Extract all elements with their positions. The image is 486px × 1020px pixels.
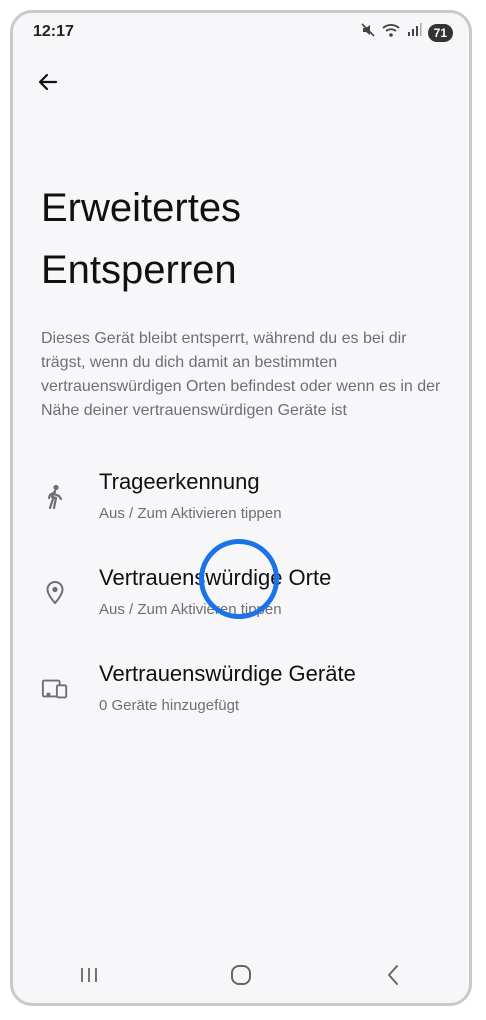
wifi-icon — [382, 22, 400, 43]
status-time: 12:17 — [33, 23, 74, 40]
status-icons: 71 — [360, 22, 453, 43]
back-button[interactable] — [31, 65, 65, 99]
setting-summary: Aus / Zum Aktivieren tippen — [99, 505, 282, 522]
page-title: Erweitertes Entsperren — [41, 186, 242, 292]
setting-title: Vertrauenswürdige Orte — [99, 565, 332, 590]
signal-icon — [406, 22, 422, 43]
setting-trusted-devices[interactable]: Vertrauenswürdige Geräte 0 Geräte hinzug… — [13, 645, 469, 741]
devices-icon — [41, 675, 69, 703]
arrow-back-icon — [38, 73, 58, 91]
recents-button[interactable] — [59, 955, 119, 995]
home-icon — [231, 965, 251, 985]
home-button[interactable] — [211, 955, 271, 995]
status-bar: 12:17 71 — [13, 13, 469, 53]
setting-trusted-places[interactable]: Vertrauenswürdige Orte Aus / Zum Aktivie… — [13, 549, 469, 645]
setting-summary: 0 Geräte hinzugefügt — [99, 697, 240, 714]
location-pin-icon — [41, 579, 69, 607]
setting-title: Vertrauenswürdige Geräte — [99, 661, 356, 686]
recents-icon — [81, 968, 97, 982]
navigation-bar — [13, 947, 469, 1003]
settings-list: Trageerkennung Aus / Zum Aktivieren tipp… — [13, 453, 469, 741]
page-description: Dieses Gerät bleibt entsperrt, während d… — [41, 330, 441, 419]
phone-screen: 12:17 71 Erweitertes Entsperren Dieses G… — [10, 10, 472, 1006]
setting-on-body-detection[interactable]: Trageerkennung Aus / Zum Aktivieren tipp… — [13, 453, 469, 549]
nav-back-button[interactable] — [363, 955, 423, 995]
back-icon — [388, 965, 398, 985]
mute-icon — [360, 22, 376, 43]
walking-person-icon — [41, 483, 69, 511]
setting-title: Trageerkennung — [99, 469, 260, 494]
battery-icon: 71 — [427, 23, 453, 42]
setting-summary: Aus / Zum Aktivieren tippen — [99, 601, 282, 618]
